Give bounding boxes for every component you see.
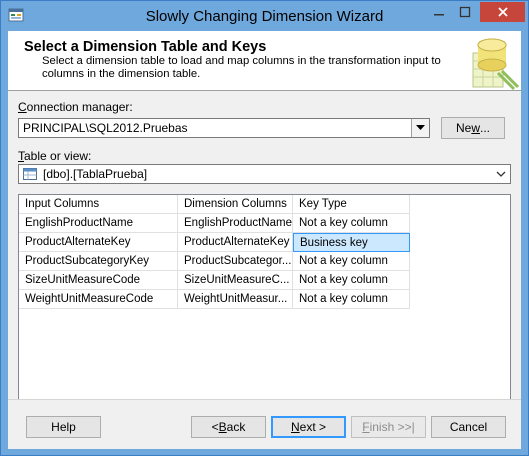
table-row[interactable]: ProductSubcategoryKey ProductSubcategor.… <box>19 252 410 271</box>
input-column-cell[interactable]: SizeUnitMeasureCode <box>19 271 178 290</box>
title-bar[interactable]: Slowly Changing Dimension Wizard <box>1 1 528 31</box>
table-row[interactable]: SizeUnitMeasureCode SizeUnitMeasureC... … <box>19 271 410 290</box>
key-type-cell[interactable]: Not a key column <box>293 271 410 290</box>
finish-button[interactable]: Finish >>| <box>351 416 426 438</box>
column-mapping-grid[interactable]: Input Columns Dimension Columns Key Type… <box>18 194 511 400</box>
wizard-body: Select a Dimension Table and Keys Select… <box>8 31 521 449</box>
dropdown-arrow-button[interactable] <box>411 119 429 137</box>
wizard-window: Slowly Changing Dimension Wizard Select … <box>0 0 529 456</box>
key-type-cell[interactable]: Not a key column <box>293 290 410 309</box>
help-button[interactable]: Help <box>26 416 101 438</box>
table-or-view-value: [dbo].[TablaPrueba] <box>43 167 148 181</box>
connection-manager-value: PRINCIPAL\SQL2012.Pruebas <box>23 121 188 135</box>
back-button[interactable]: < Back <box>191 416 266 438</box>
page-description: Select a dimension table to load and map… <box>42 55 441 80</box>
input-column-cell[interactable]: EnglishProductName <box>19 214 178 233</box>
close-button[interactable] <box>480 2 525 22</box>
table-or-view-label: Table or view: <box>18 149 92 163</box>
close-icon <box>497 7 508 17</box>
key-type-cell[interactable]: Not a key column <box>293 252 410 271</box>
next-button[interactable]: Next > <box>271 416 346 438</box>
input-column-cell[interactable]: WeightUnitMeasureCode <box>19 290 178 309</box>
table-icon <box>23 168 37 180</box>
column-header-key-type[interactable]: Key Type <box>293 195 410 214</box>
cancel-button[interactable]: Cancel <box>431 416 506 438</box>
maximize-button[interactable] <box>452 2 478 22</box>
page-title: Select a Dimension Table and Keys <box>24 39 267 55</box>
connection-manager-label: Connection manager: <box>18 100 133 114</box>
dimension-column-cell[interactable]: ProductAlternateKey <box>178 233 293 252</box>
minimize-icon <box>434 14 444 16</box>
page-header: Select a Dimension Table and Keys Select… <box>8 31 521 91</box>
dimension-column-cell[interactable]: ProductSubcategor... <box>178 252 293 271</box>
table-row[interactable]: WeightUnitMeasureCode WeightUnitMeasur..… <box>19 290 410 309</box>
dimension-table-graphic <box>472 38 520 91</box>
dimension-column-cell[interactable]: WeightUnitMeasur... <box>178 290 293 309</box>
new-connection-button[interactable]: Ne w... <box>441 117 505 139</box>
dimension-column-cell[interactable]: EnglishProductName <box>178 214 293 233</box>
minimize-button[interactable] <box>426 2 452 22</box>
key-type-cell-selected[interactable]: Business key <box>293 233 410 252</box>
dropdown-arrow-button[interactable] <box>492 165 510 183</box>
chevron-down-icon <box>416 125 425 130</box>
chevron-down-icon <box>496 171 506 177</box>
key-type-cell[interactable]: Not a key column <box>293 214 410 233</box>
grid-header-row: Input Columns Dimension Columns Key Type <box>19 195 410 214</box>
input-column-cell[interactable]: ProductAlternateKey <box>19 233 178 252</box>
table-or-view-dropdown[interactable]: [dbo].[TablaPrueba] <box>18 164 511 184</box>
connection-manager-dropdown[interactable]: PRINCIPAL\SQL2012.Pruebas <box>18 118 430 138</box>
input-column-cell[interactable]: ProductSubcategoryKey <box>19 252 178 271</box>
column-header-dimension[interactable]: Dimension Columns <box>178 195 293 214</box>
table-row[interactable]: EnglishProductName EnglishProductName No… <box>19 214 410 233</box>
table-row[interactable]: ProductAlternateKey ProductAlternateKey … <box>19 233 410 252</box>
column-header-input[interactable]: Input Columns <box>19 195 178 214</box>
maximize-icon <box>459 6 471 18</box>
footer-divider <box>8 399 521 400</box>
dimension-column-cell[interactable]: SizeUnitMeasureC... <box>178 271 293 290</box>
